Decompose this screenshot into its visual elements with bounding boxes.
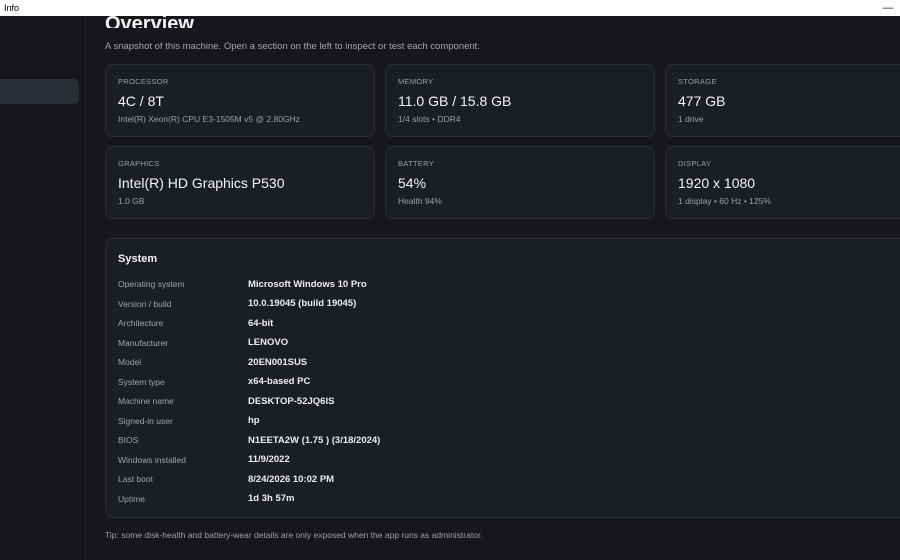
row-key: System type [118, 376, 165, 387]
row-key: Architecture [118, 318, 164, 328]
card-label: BATTERY [398, 159, 434, 168]
card-label: STORAGE [678, 77, 717, 86]
row-value: 8/24/2026 10:02 PM [248, 473, 335, 485]
row-key: Machine name [118, 396, 174, 406]
system-row: Windows installed 11/9/2022 [118, 453, 290, 467]
card-detail: 1 display • 60 Hz • 125% [678, 196, 771, 206]
system-row: Architecture 64-bit [118, 316, 273, 330]
row-value: 10.0.19045 (build 19045) [248, 298, 357, 309]
battery-card[interactable]: BATTERY 54% Health 94% [385, 146, 655, 219]
row-value: Microsoft Windows 10 Pro [248, 278, 367, 290]
graphics-card[interactable]: GRAPHICS Intel(R) HD Graphics P530 1.0 G… [105, 146, 375, 219]
storage-card[interactable]: STORAGE 477 GB 1 drive [665, 64, 900, 137]
row-value: DESKTOP-52JQ6IS [248, 395, 335, 407]
window-title: Info [4, 3, 20, 13]
row-key: BIOS [118, 435, 139, 445]
system-panel: System Operating system Microsoft Window… [105, 238, 900, 518]
main-content: Overview A snapshot of this machine. Ope… [86, 16, 900, 560]
system-row: Last boot 8/24/2026 10:02 PM [118, 472, 334, 486]
card-label: PROCESSOR [118, 77, 169, 86]
sidebar-item-overview[interactable] [0, 79, 79, 104]
row-key: Operating system [118, 279, 185, 289]
processor-card[interactable]: PROCESSOR 4C / 8T Intel(R) Xeon(R) CPU E… [105, 64, 375, 137]
row-key: Signed-in user [118, 415, 173, 426]
page-subtitle: A snapshot of this machine. Open a secti… [105, 41, 480, 52]
row-key: Model [118, 357, 142, 367]
page-title: Overview [105, 16, 194, 28]
card-label: DISPLAY [678, 159, 712, 168]
row-key: Windows installed [118, 454, 187, 465]
system-row: Model 20EN001SUS [118, 355, 307, 369]
row-value: x64-based PC [248, 376, 311, 387]
row-key: Last boot [118, 474, 153, 484]
card-label: GRAPHICS [118, 159, 160, 168]
system-row: Version / build 10.0.19045 (build 19045) [118, 297, 356, 311]
card-detail: 1/4 slots • DDR4 [398, 114, 461, 124]
memory-card[interactable]: MEMORY 11.0 GB / 15.8 GB 1/4 slots • DDR… [385, 64, 655, 137]
sidebar [0, 16, 86, 560]
card-detail: Health 94% [398, 196, 442, 206]
system-row: Uptime 1d 3h 57m [118, 492, 294, 506]
card-detail: 1 drive [678, 114, 704, 124]
title-bar: Info — [0, 0, 900, 16]
system-row: Machine name DESKTOP-52JQ6IS [118, 394, 334, 408]
card-value: 477 GB [678, 93, 726, 109]
card-value: 54% [398, 175, 427, 191]
card-value: Intel(R) HD Graphics P530 [118, 175, 285, 191]
row-key: Manufacturer [118, 337, 169, 348]
display-card[interactable]: DISPLAY 1920 x 1080 1 display • 60 Hz • … [665, 146, 900, 219]
row-value: 11/9/2022 [248, 454, 290, 465]
system-heading: System [118, 253, 158, 265]
system-row: Signed-in user hp [118, 414, 260, 428]
row-value: LENOVO [248, 337, 289, 348]
card-value: 4C / 8T [118, 93, 164, 109]
system-row: Operating system Microsoft Windows 10 Pr… [118, 277, 367, 291]
row-value: 64-bit [248, 317, 274, 329]
system-row: BIOS N1EETA2W (1.75 ) (3/18/2024) [118, 433, 380, 447]
row-value: N1EETA2W (1.75 ) (3/18/2024) [248, 434, 381, 446]
system-row: System type x64-based PC [118, 375, 310, 389]
row-key: Version / build [118, 298, 172, 309]
row-value: 1d 3h 57m [248, 493, 295, 504]
card-value: 11.0 GB / 15.8 GB [398, 93, 512, 109]
system-row: Manufacturer LENOVO [118, 336, 288, 350]
card-value: 1920 x 1080 [678, 175, 756, 191]
minimize-icon[interactable]: — [880, 0, 896, 16]
card-detail: Intel(R) Xeon(R) CPU E3-1505M v5 @ 2.80G… [118, 114, 300, 124]
admin-tip: Tip: some disk-health and battery-wear d… [105, 530, 483, 540]
row-value: 20EN001SUS [248, 356, 308, 368]
row-value: hp [248, 415, 260, 426]
card-label: MEMORY [398, 77, 434, 86]
card-detail: 1.0 GB [118, 196, 145, 206]
row-key: Uptime [118, 493, 145, 504]
